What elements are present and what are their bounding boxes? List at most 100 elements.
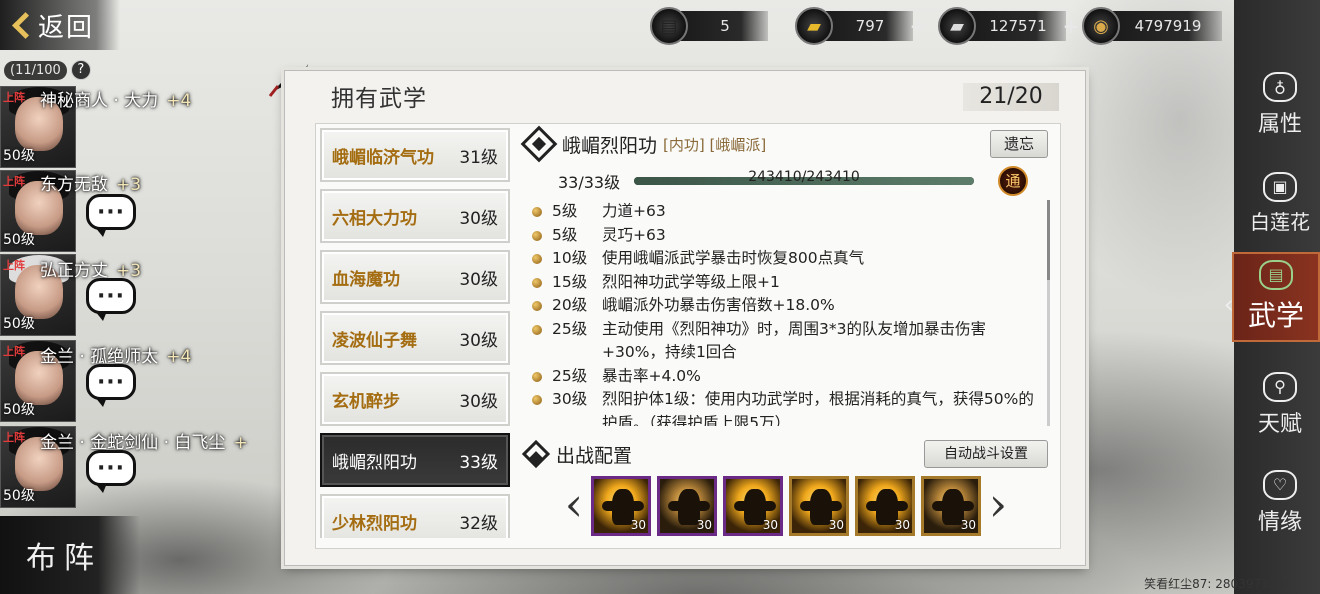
deployed-tag: 上阵 — [3, 175, 25, 188]
tab-white-lotus[interactable]: ▣ 白莲花 — [1240, 158, 1320, 248]
currency-value: 4797919 — [1110, 11, 1222, 41]
battle-skill-slot[interactable]: 30 — [657, 476, 717, 536]
effect-row: 30级 烈阳护体1级：使用内功武学时，根据消耗的真气，获得50%的护盾。（获得护盾… — [532, 388, 1058, 426]
deployed-tag: 上阵 — [3, 431, 25, 444]
skill-tags: [内功] [峨嵋派] — [663, 135, 767, 154]
hero-level: 50级 — [3, 402, 35, 418]
skill-progress: 33/33级 243410/243410 通 — [522, 166, 1058, 196]
bullet-icon — [532, 254, 542, 264]
currency-value: 797 — [823, 11, 913, 41]
skill-list[interactable]: 峨嵋临济气功 31级 六相大力功 30级 血海魔功 30级 凌波仙子舞 30级 玄机醉步… — [320, 128, 512, 538]
chat-bubble-icon[interactable]: ··· — [86, 450, 136, 493]
chat-bubble-icon[interactable]: ··· — [86, 364, 136, 407]
next-arrow-icon[interactable]: › — [984, 479, 1012, 533]
effect-row: 5级 灵巧+63 — [532, 224, 1058, 248]
effect-scrollbar[interactable] — [1047, 200, 1050, 426]
effect-row: 25级 主动使用《烈阳神功》时，周围3*3的队友增加暴击伤害+30%，持续1回合 — [532, 318, 1058, 365]
effect-row: 10级 使用峨嵋派武学暴击时恢复800点真气 — [532, 247, 1058, 271]
skill-item[interactable]: 少林烈阳功 32级 — [320, 494, 510, 538]
currency-value: 127571 — [966, 11, 1066, 41]
skill-diamond-icon — [520, 125, 558, 163]
auto-battle-settings-button[interactable]: 自动战斗设置 — [924, 440, 1048, 468]
currency-value: 5 — [678, 11, 768, 41]
battle-skill-slot[interactable]: 30 — [591, 476, 651, 536]
hero-level: 50级 — [3, 232, 35, 248]
deployed-tag: 上阵 — [3, 345, 25, 358]
bullet-icon — [532, 230, 542, 241]
exp-text: 243410/243410 — [748, 169, 860, 185]
bullet-icon — [532, 277, 542, 288]
skill-item[interactable]: 六相大力功 30级 — [320, 189, 510, 243]
chat-bubble-icon[interactable]: ··· — [86, 278, 136, 321]
battle-skill-slot[interactable]: 30 — [855, 476, 915, 536]
hero-name: 东方无敌 +3 — [40, 175, 142, 195]
prev-arrow-icon[interactable]: ‹ — [560, 479, 588, 533]
effect-row: 15级 烈阳神功武学等级上限+1 — [532, 271, 1058, 295]
chevron-left-icon: ‹ — [1223, 290, 1234, 320]
tab-romance[interactable]: ♡ 情缘 — [1240, 458, 1320, 548]
skill-item[interactable]: 血海魔功 30级 — [320, 250, 510, 304]
silver-ingot-icon: ▰ — [938, 7, 976, 45]
gift-icon: ▣ — [1263, 171, 1297, 202]
rank-icon: ▤ — [650, 7, 688, 45]
hero-name: 弘正方丈 +3 — [40, 261, 142, 281]
currency-silver: ▰ 127571 + — [938, 6, 1082, 46]
skill-detail-header: 峨嵋烈阳功 [内功] [峨嵋派] 遗忘 — [520, 125, 1058, 163]
roster-header: (11/100 ? — [4, 60, 91, 80]
exp-bar: 243410/243410 — [634, 169, 974, 185]
battle-skill-slot[interactable]: 30 — [921, 476, 981, 536]
effect-row: 20级 峨嵋派外功暴击伤害倍数+18.0% — [532, 294, 1058, 318]
hero-name: 金兰 · 金蛇剑仙 · 白飞尘 + — [40, 433, 248, 453]
deployed-tag: 上阵 — [3, 259, 25, 272]
tab-martial-arts[interactable]: ▤ 武学 — [1232, 252, 1320, 342]
battle-config-header: 出战配置 自动战斗设置 — [521, 438, 1058, 470]
battle-slots: ‹ 30 30 30 30 30 30 › — [560, 474, 1030, 538]
currency-gold: ▰ 797 + — [795, 6, 929, 46]
deployed-tag: 上阵 — [3, 91, 25, 104]
mastery-badge[interactable]: 通 — [998, 166, 1028, 196]
book-icon: ▤ — [1259, 260, 1293, 290]
currency-rank: ▤ 5 — [650, 6, 768, 46]
bullet-icon — [532, 395, 542, 405]
hero-level: 50级 — [3, 488, 35, 504]
chat-bubble-icon[interactable]: ··· — [86, 194, 136, 237]
hero-name: 神秘商人 · 大力 +4 — [40, 91, 192, 111]
formation-button[interactable]: 布阵 — [0, 516, 140, 594]
currency-coin: ◉ 4797919 — [1082, 6, 1222, 46]
battle-diamond-icon — [521, 439, 551, 469]
talent-icon: ⚲ — [1263, 372, 1297, 402]
bullet-icon — [532, 207, 542, 217]
back-button[interactable]: 返回 — [0, 0, 120, 50]
battle-skill-slot[interactable]: 30 — [789, 476, 849, 536]
skill-detail: 峨嵋烈阳功 [内功] [峨嵋派] 遗忘 33/33级 243410/243410… — [520, 125, 1058, 426]
back-label: 返回 — [38, 12, 95, 43]
forget-button[interactable]: 遗忘 — [990, 130, 1048, 158]
bullet-icon — [532, 371, 542, 382]
bullet-icon — [532, 324, 542, 335]
hero-level: 50级 — [3, 316, 35, 332]
player-id: 笑看红尘87: 280397186 — [1144, 577, 1284, 591]
effect-list: 5级 力道+63 5级 灵巧+63 10级 使用峨嵋派武学暴击时恢复800点真气 15… — [522, 200, 1058, 426]
add-gold-button[interactable]: + — [907, 15, 929, 37]
chevron-left-icon — [10, 12, 32, 38]
battle-config-title: 出战配置 — [556, 444, 633, 467]
skill-item[interactable]: 凌波仙子舞 30级 — [320, 311, 510, 365]
skill-item-selected[interactable]: 峨嵋烈阳功 33级 — [320, 433, 510, 487]
panel-title: 拥有武学 — [331, 86, 427, 112]
tab-talent[interactable]: ⚲ 天赋 — [1240, 360, 1320, 450]
right-tab-bar: ♁ 属性 ▣ 白莲花 ▤ 武学 ⚲ 天赋 ♡ 情缘 — [1232, 0, 1320, 594]
effect-row: 25级 暴击率+4.0% — [532, 365, 1058, 389]
tab-attributes[interactable]: ♁ 属性 — [1240, 60, 1320, 150]
roster-count: (11/100 — [4, 60, 67, 80]
gold-ingot-icon: ▰ — [795, 7, 833, 45]
skill-item[interactable]: 玄机醉步 30级 — [320, 372, 510, 426]
gourd-icon: ♁ — [1263, 72, 1297, 102]
skill-count: 21/20 — [963, 83, 1059, 111]
skill-name: 峨嵋烈阳功 — [562, 134, 658, 157]
add-silver-button[interactable]: + — [1060, 15, 1082, 37]
skill-item[interactable]: 峨嵋临济气功 31级 — [320, 128, 510, 182]
battle-skill-slot[interactable]: 30 — [723, 476, 783, 536]
help-icon[interactable]: ? — [70, 60, 91, 80]
effect-row: 5级 力道+63 — [532, 200, 1058, 224]
coin-icon: ◉ — [1082, 7, 1120, 45]
